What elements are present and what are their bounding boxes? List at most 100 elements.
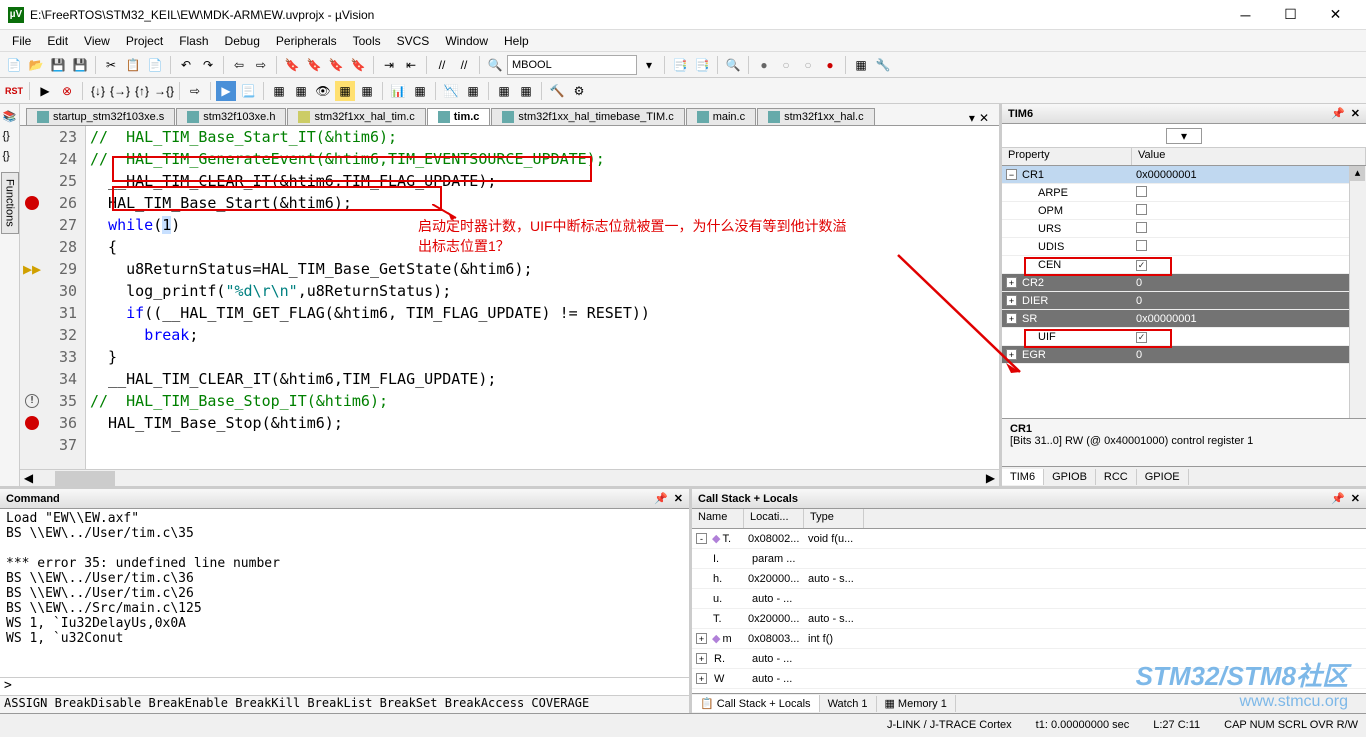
periph-tab-TIM6[interactable]: TIM6 [1002,469,1044,485]
tools1-icon[interactable]: 🔨 [547,81,567,101]
command-output[interactable]: Load "EW\\EW.axf" BS \\EW\../User/tim.c\… [0,509,689,677]
prop-row-CR2[interactable]: +CR20 [1002,274,1366,292]
menu-help[interactable]: Help [496,32,537,50]
panel-close-icon[interactable]: ✕ [674,492,683,505]
window-icon[interactable]: ▦ [851,55,871,75]
disasm-icon[interactable]: 📃 [238,81,258,101]
callstack-grid[interactable]: Name Locati... Type -◆ T.0x08002...void … [692,509,1366,693]
file-tab[interactable]: main.c [686,108,756,125]
uncomment-icon[interactable]: // [454,55,474,75]
doc-icon[interactable]: 📑 [670,55,690,75]
outdent-icon[interactable]: ⇤ [401,55,421,75]
panel-close-icon[interactable]: ✕ [1351,107,1360,120]
bm-prev-icon[interactable]: 🔖 [304,55,324,75]
prop-row-OPM[interactable]: OPM [1002,202,1366,220]
save-icon[interactable]: 💾 [48,55,68,75]
prop-row-UDIS[interactable]: UDIS [1002,238,1366,256]
bp-disable-icon[interactable]: ○ [798,55,818,75]
bm-next-icon[interactable]: 🔖 [326,55,346,75]
prop-row-EGR[interactable]: +EGR0 [1002,346,1366,364]
prop-scrollbar-v[interactable]: ▴ [1349,166,1366,418]
prop-row-URS[interactable]: URS [1002,220,1366,238]
coverage-icon[interactable]: ▦ [516,81,536,101]
menu-tools[interactable]: Tools [345,32,389,50]
callstack-row[interactable]: h.0x20000...auto - s... [692,569,1366,589]
menu-file[interactable]: File [4,32,39,50]
memory-icon[interactable]: ▦ [335,81,355,101]
stop-icon[interactable]: ⊗ [57,81,77,101]
minimize-button[interactable]: ─ [1223,0,1268,30]
copy-icon[interactable]: 📋 [123,55,143,75]
panel-close-icon[interactable]: ✕ [1351,492,1360,505]
menu-svcs[interactable]: SVCS [389,32,438,50]
brace-icon[interactable]: {} [3,130,17,144]
bottom-tab[interactable]: 📋Call Stack + Locals [692,695,820,712]
show-statement-icon[interactable]: ⇨ [185,81,205,101]
nav-back-icon[interactable]: ⇦ [229,55,249,75]
bp-enable-icon[interactable]: ○ [776,55,796,75]
menu-project[interactable]: Project [118,32,171,50]
maximize-button[interactable]: ☐ [1268,0,1313,30]
code-editor[interactable]: ▶▶!232425262728293031323334353637// HAL_… [20,126,999,469]
new-icon[interactable]: 📄 [4,55,24,75]
step-out-icon[interactable]: {↑} [132,81,152,101]
callstack-row[interactable]: u.auto - ... [692,589,1366,609]
tab-menu-icon[interactable]: ▾ [969,111,975,125]
refresh-dropdown[interactable]: ▾ [1166,128,1202,144]
periph-tab-GPIOE[interactable]: GPIOE [1137,469,1189,485]
comment-icon[interactable]: // [432,55,452,75]
prop-row-UIF[interactable]: UIF✓ [1002,328,1366,346]
pin-icon[interactable]: 📌 [654,492,668,505]
prop-row-ARPE[interactable]: ARPE [1002,184,1366,202]
editor-scrollbar-h[interactable]: ◀▶ [20,469,999,486]
prop-row-DIER[interactable]: +DIER0 [1002,292,1366,310]
callstack-row[interactable]: -◆ T.0x08002...void f(u... [692,529,1366,549]
prop-row-CR1[interactable]: −CR10x00000001 [1002,166,1366,184]
prop-row-SR[interactable]: +SR0x00000001 [1002,310,1366,328]
periph-tab-RCC[interactable]: RCC [1096,469,1137,485]
tools2-icon[interactable]: ⚙ [569,81,589,101]
open-icon[interactable]: 📂 [26,55,46,75]
functions-tab[interactable]: Functions [1,172,19,234]
perf-icon[interactable]: ▦ [494,81,514,101]
menu-debug[interactable]: Debug [217,32,268,50]
toolbox-icon[interactable]: 🔧 [873,55,893,75]
bottom-tab[interactable]: Watch 1 [820,696,877,712]
callstack-row[interactable]: I.param ... [692,549,1366,569]
books-icon[interactable]: 📚 [3,110,17,124]
menu-edit[interactable]: Edit [39,32,76,50]
callstack-row[interactable]: + R.auto - ... [692,649,1366,669]
step-over-icon[interactable]: {→} [110,81,130,101]
file-tab[interactable]: stm32f103xe.h [176,108,286,125]
registers-icon[interactable]: ▦ [269,81,289,101]
bookmark-icon[interactable]: 🔖 [282,55,302,75]
find-icon[interactable]: 🔍 [485,55,505,75]
pin-icon[interactable]: 📌 [1331,107,1345,120]
file-tab[interactable]: startup_stm32f103xe.s [26,108,175,125]
menu-view[interactable]: View [76,32,118,50]
saveall-icon[interactable]: 💾 [70,55,90,75]
menu-window[interactable]: Window [437,32,496,50]
run-to-icon[interactable]: →{} [154,81,174,101]
bp-killall-icon[interactable]: ● [820,55,840,75]
paste-icon[interactable]: 📄 [145,55,165,75]
step-in-icon[interactable]: {↓} [88,81,108,101]
reset-icon[interactable]: RST [4,81,24,101]
indent-icon[interactable]: ⇥ [379,55,399,75]
property-grid[interactable]: Property Value −CR10x00000001ARPEOPMURSU… [1002,148,1366,418]
bottom-tab[interactable]: ▦Memory 1 [877,695,956,712]
file-tab[interactable]: stm32f1xx_hal.c [757,108,874,125]
file-tab[interactable]: stm32f1xx_hal_timebase_TIM.c [491,108,684,125]
prop-row-CEN[interactable]: CEN✓ [1002,256,1366,274]
find-combo[interactable] [507,55,637,75]
cmd-window-icon[interactable]: ▶ [216,81,236,101]
brace2-icon[interactable]: {} [3,150,17,164]
nav-fwd-icon[interactable]: ⇨ [251,55,271,75]
watch-icon[interactable]: 👁 [313,81,333,101]
inc-icon[interactable]: 📑 [692,55,712,75]
analyzer-icon[interactable]: 📊 [388,81,408,101]
find-next-icon[interactable]: ▾ [639,55,659,75]
menu-peripherals[interactable]: Peripherals [268,32,345,50]
trace-icon[interactable]: ▦ [410,81,430,101]
callstack-icon[interactable]: ▦ [291,81,311,101]
